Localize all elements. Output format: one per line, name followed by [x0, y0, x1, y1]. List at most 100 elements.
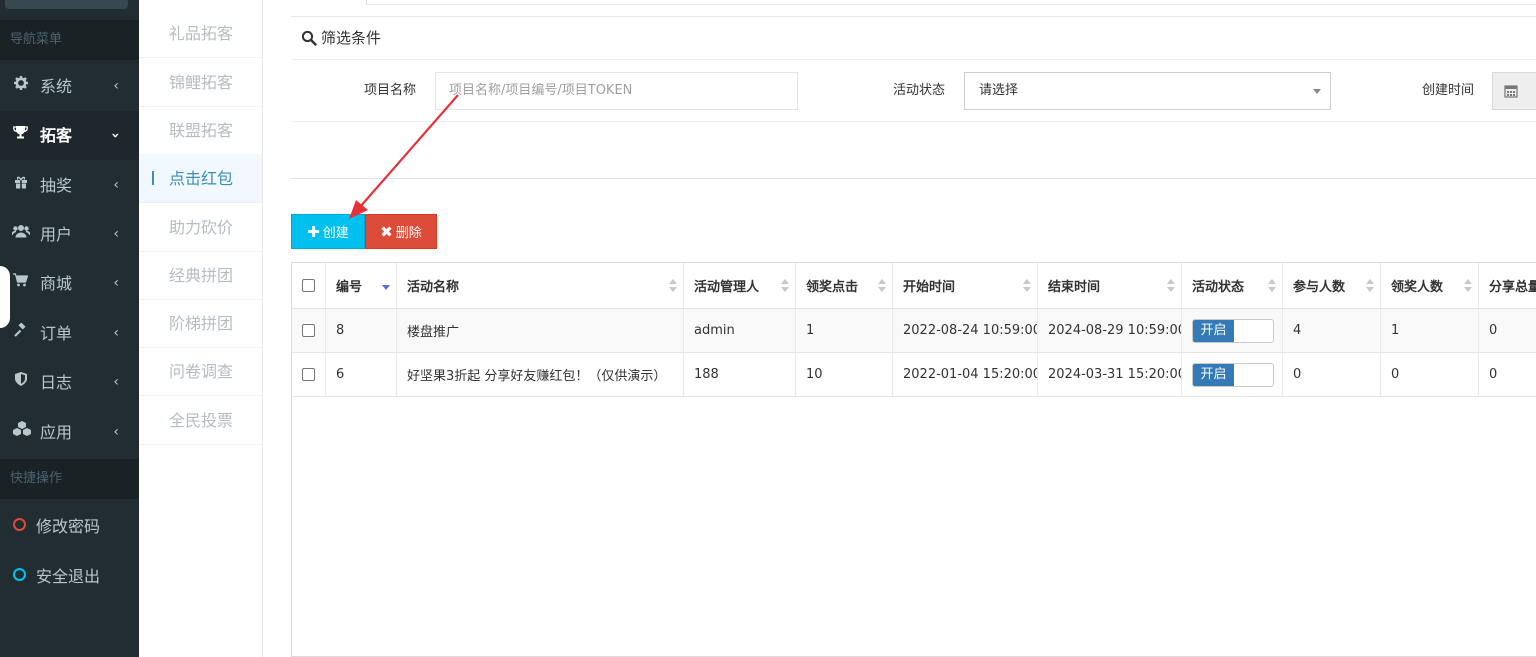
sort-icon [1464, 279, 1472, 293]
row-checkbox-cell [292, 353, 325, 396]
col-end-time[interactable]: 结束时间 [1037, 263, 1181, 308]
cell-winners: 1 [1380, 309, 1478, 352]
subnav-label: 锦鲤拓客 [169, 73, 234, 92]
cell-end: 2024-03-31 15:20:00 [1037, 353, 1181, 396]
activity-table: 编号 活动名称 活动管理人 领奖点击 开始时间 结束时间 活动状态 参与人数 领… [291, 262, 1536, 657]
sidebar: 导航菜单 系统 ‹ 拓客 ‹ 抽奖 ‹ 用户 ‹ 商城 ‹ 订单 ‹ 日志 ‹ … [0, 0, 139, 657]
col-winners[interactable]: 领奖人数 [1380, 263, 1478, 308]
chevron-left-icon: ‹ [113, 226, 119, 242]
subnav-item-tier-group[interactable]: 阶梯拼团 [139, 299, 262, 348]
row-checkbox[interactable] [302, 324, 315, 337]
subnav-label: 问卷调查 [169, 362, 234, 381]
filter-title: 筛选条件 [301, 27, 381, 48]
sidebar-item-system[interactable]: 系统 ‹ [0, 62, 139, 111]
subnav-item-bargain[interactable]: 助力砍价 [139, 203, 262, 252]
cell-start: 2022-08-24 10:59:00 [892, 309, 1037, 352]
col-id[interactable]: 编号 [325, 263, 396, 308]
col-participants[interactable]: 参与人数 [1282, 263, 1380, 308]
logout-link[interactable]: 安全退出 [0, 550, 139, 599]
status-select-value: 请选择 [979, 83, 1019, 98]
sort-icon [1268, 279, 1276, 293]
subnav-item-red-packet[interactable]: 点击红包 [139, 154, 262, 203]
content-gutter [262, 0, 291, 657]
sort-icon [878, 279, 886, 293]
delete-button-label: 删除 [395, 226, 422, 241]
create-button-label: 创建 [322, 226, 349, 241]
status-toggle[interactable]: 开启 [1192, 362, 1274, 387]
gear-icon [12, 62, 29, 111]
col-label: 编号 [336, 280, 363, 295]
col-start-time[interactable]: 开始时间 [892, 263, 1037, 308]
subnav-label: 点击红包 [169, 169, 234, 188]
subnav-label: 助力砍价 [169, 218, 234, 237]
subnav-item-vote[interactable]: 全民投票 [139, 396, 262, 445]
nav-header: 导航菜单 [0, 20, 139, 60]
sidebar-item-label: 日志 [40, 373, 73, 392]
circle-aqua-icon [13, 568, 26, 581]
col-label: 领奖点击 [806, 280, 859, 295]
cell-manager: admin [683, 309, 795, 352]
circle-red-icon [13, 518, 26, 531]
subnav-item-alliance[interactable]: 联盟拓客 [139, 106, 262, 155]
col-label: 结束时间 [1048, 280, 1101, 295]
gift-icon [12, 161, 29, 210]
created-time-label: 创建时间 [1422, 83, 1475, 98]
top-tab-strip [291, 0, 1536, 17]
cubes-icon [12, 408, 31, 457]
sidebar-item-mall[interactable]: 商城 ‹ [0, 259, 139, 308]
project-name-label: 项目名称 [364, 83, 417, 98]
subnav-label: 全民投票 [169, 411, 234, 430]
sidebar-item-label: 拓客 [40, 126, 73, 145]
close-icon: ✖ [380, 222, 393, 241]
cell-shares: 0 [1478, 309, 1536, 352]
select-all-checkbox[interactable] [302, 279, 315, 292]
cell-name: 楼盘推广 [396, 309, 683, 352]
sidebar-item-apps[interactable]: 应用 ‹ [0, 408, 139, 457]
col-label: 开始时间 [903, 280, 956, 295]
status-toggle[interactable]: 开启 [1192, 318, 1274, 343]
subnav-label: 经典拼团 [169, 266, 234, 285]
sort-icon [781, 279, 789, 293]
subnav-item-group-buy[interactable]: 经典拼团 [139, 251, 262, 300]
sidebar-item-orders[interactable]: 订单 ‹ [0, 309, 139, 358]
col-manager[interactable]: 活动管理人 [683, 263, 795, 308]
sidebar-item-lottery[interactable]: 抽奖 ‹ [0, 161, 139, 210]
quick-actions-header: 快捷操作 [0, 459, 139, 499]
cell-name: 好坚果3折起 分享好友赚红包！（仅供演示） [396, 353, 683, 396]
col-name[interactable]: 活动名称 [396, 263, 683, 308]
subnav-item-gift[interactable]: 礼品拓客 [139, 9, 262, 58]
cell-manager: 188 [683, 353, 795, 396]
sidebar-item-label: 抽奖 [40, 176, 73, 195]
col-clicks[interactable]: 领奖点击 [795, 263, 892, 308]
sidebar-item-tuoke[interactable]: 拓客 ‹ [0, 111, 139, 160]
cart-icon [12, 259, 29, 308]
delete-button[interactable]: ✖ 删除 [365, 214, 437, 249]
create-button[interactable]: ✚ 创建 [291, 214, 365, 249]
project-search-input[interactable]: 项目名称/项目编号/项目TOKEN [435, 72, 798, 110]
side-toggle-tab[interactable] [0, 266, 10, 328]
users-icon [11, 210, 31, 259]
table-row[interactable]: 8 楼盘推广 admin 1 2022-08-24 10:59:00 2024-… [292, 309, 1536, 353]
sidebar-item-users[interactable]: 用户 ‹ [0, 210, 139, 259]
status-select[interactable]: 请选择 [964, 72, 1331, 110]
date-picker-addon[interactable] [1492, 72, 1536, 110]
subnav-item-survey[interactable]: 问卷调查 [139, 347, 262, 396]
row-checkbox[interactable] [302, 368, 315, 381]
col-status[interactable]: 活动状态 [1181, 263, 1282, 308]
col-label: 分享总量 [1489, 280, 1536, 295]
col-label: 参与人数 [1293, 280, 1346, 295]
table-row[interactable]: 6 好坚果3折起 分享好友赚红包！（仅供演示） 188 10 2022-01-0… [292, 353, 1536, 397]
active-indicator [152, 171, 154, 185]
sidebar-item-logs[interactable]: 日志 ‹ [0, 358, 139, 407]
search-icon [301, 30, 317, 46]
change-password-link[interactable]: 修改密码 [0, 500, 139, 549]
chevron-left-icon: ‹ [113, 374, 119, 390]
subnav-item-koi[interactable]: 锦鲤拓客 [139, 58, 262, 107]
col-label: 领奖人数 [1391, 280, 1444, 295]
chevron-left-icon: ‹ [113, 275, 119, 291]
cell-winners: 0 [1380, 353, 1478, 396]
col-shares[interactable]: 分享总量 [1478, 263, 1536, 308]
chevron-down-icon: ‹ [107, 132, 124, 139]
select-all-checkbox-cell [292, 263, 325, 308]
cell-status: 开启 [1181, 353, 1282, 396]
